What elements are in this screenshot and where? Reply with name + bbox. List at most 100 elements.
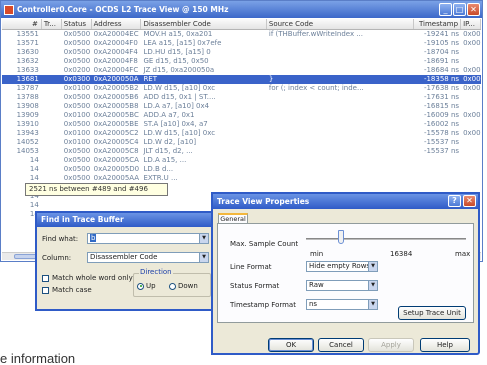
table-cell (267, 66, 414, 75)
table-cell (461, 183, 481, 192)
table-cell: ADD.A a7, 0x1 (143, 111, 195, 119)
table-row[interactable]: 13632 0x0500 0xA20004F8 GE d15, d15, 0x50 -1… (2, 57, 481, 66)
table-cell: 0x0100 (63, 84, 91, 92)
table-row[interactable]: 13909 0x0100 0xA20005BC ADD.A a7, 0x1 -16009… (2, 111, 481, 120)
direction-down[interactable]: Down (169, 282, 198, 290)
table-row[interactable]: 13787 0x0100 0xA20005B2 LD.W d15, [a10] 0xc… (2, 84, 481, 93)
ok-button[interactable]: OK (268, 338, 314, 352)
table-cell: MOV.H a15, 0xa201 (143, 30, 213, 38)
match-case-checkbox[interactable] (42, 287, 49, 294)
table-row[interactable]: 13633 0x0200 0xA20004FC JZ d15, 0xa200050a -… (2, 66, 481, 75)
column-select[interactable]: Disassembler Code ▼ (87, 252, 209, 263)
table-cell: 14053 (16, 147, 39, 155)
direction-up-radio[interactable] (137, 282, 144, 290)
column-header[interactable]: Timestamp (414, 19, 462, 29)
table-row[interactable]: 13943 0x0100 0xA20005C2 LD.W d15, [a10] 0xc… (2, 129, 481, 138)
close-icon[interactable]: ✕ (463, 195, 476, 207)
help-button[interactable]: Help (420, 338, 470, 352)
app-icon (4, 4, 14, 15)
table-cell: ST.A [a10] 0x4, a7 (143, 120, 208, 128)
setup-trace-unit-button[interactable]: Setup Trace Unit (398, 306, 466, 320)
table-row[interactable]: 13910 0x0500 0xA20005BE ST.A [a10] 0x4, a7 -… (2, 120, 481, 129)
table-cell: LD.A a7, [a10] 0x4 (143, 102, 210, 110)
column-header[interactable]: # (2, 19, 42, 29)
help-icon[interactable]: ? (448, 195, 461, 207)
general-tab-panel: Max. Sample Count min 16384 max Line For… (217, 223, 474, 323)
table-cell: -15537 ns (423, 147, 460, 155)
match-whole-word-checkbox[interactable] (42, 275, 49, 282)
table-cell: -15578 ns (423, 129, 460, 137)
table-cell: 0x00 (463, 111, 481, 119)
table-cell (267, 111, 414, 120)
match-case-label: Match case (52, 286, 92, 294)
find-what-input[interactable]: b ▼ (87, 233, 209, 244)
table-row[interactable]: 14052 0x0100 0xA20005C4 LD.W d2, [a10] -1553… (2, 138, 481, 147)
direction-label: Direction (139, 268, 173, 276)
cancel-button[interactable]: Cancel (318, 338, 364, 352)
table-cell: -17631 ns (423, 93, 460, 101)
table-cell: -16815 ns (423, 102, 460, 110)
table-cell: LD.W d15, [a10] 0xc (143, 129, 216, 137)
chevron-down-icon[interactable]: ▼ (199, 253, 208, 262)
status-format-value: Raw (309, 281, 324, 289)
table-row[interactable]: 13788 0x0500 0xA20005B6 ADD d15, 0x1 | ST..… (2, 93, 481, 102)
column-header[interactable]: Disassembler Code (141, 19, 267, 29)
table-cell (267, 156, 414, 165)
table-cell: 0xA20005B6 (93, 93, 139, 101)
table-cell (267, 129, 414, 138)
status-format-select[interactable]: Raw ▼ (306, 280, 378, 291)
maximize-icon[interactable]: □ (453, 3, 466, 16)
table-row[interactable]: 13630 0x0500 0xA20004F4 LD.HU d15, [a15] 0 -… (2, 48, 481, 57)
table-cell (42, 93, 62, 102)
properties-dialog-title[interactable]: Trace View Properties (213, 194, 478, 209)
chevron-down-icon[interactable]: ▼ (368, 281, 377, 290)
table-cell: 0xA20005BE (93, 120, 139, 128)
column-header[interactable]: Source Code (267, 19, 415, 29)
table-row[interactable]: 14053 0x0500 0xA20005C8 JLT d15, d2, ... -15… (2, 147, 481, 156)
table-cell: 0x00 (463, 84, 481, 92)
close-icon[interactable]: ✕ (467, 3, 480, 16)
sample-count-slider-track[interactable] (306, 238, 466, 240)
chevron-down-icon[interactable]: ▼ (199, 234, 208, 243)
table-row[interactable]: 14 0x0500 0xA20005D0 LD.B d... (2, 165, 481, 174)
table-row[interactable]: 13681 0x0300 0xA200050A RET} -18358 ns 0x00 (2, 75, 481, 84)
table-cell (461, 165, 481, 174)
column-header[interactable]: IP... (461, 19, 481, 29)
table-cell: 13681 (16, 75, 39, 83)
sample-count-slider-thumb[interactable] (338, 230, 345, 244)
table-row[interactable]: 13908 0x0500 0xA20005B8 LD.A a7, [a10] 0x4 -… (2, 102, 481, 111)
line-format-select[interactable]: Hide empty Rows ▼ (306, 261, 378, 272)
column-label: Column: (42, 254, 72, 262)
column-header[interactable]: Address (92, 19, 142, 29)
table-row[interactable]: 13571 0x0500 0xA20004F0 LEA a15, [a15] 0x7e… (2, 39, 481, 48)
max-sample-label: Max. Sample Count (230, 240, 299, 248)
table-cell: 0x0500 (63, 147, 91, 155)
table-cell: LD.W d2, [a10] (143, 138, 197, 146)
table-cell: -18691 ns (423, 57, 460, 65)
table-row[interactable]: 13551 0x0500 0xA20004EC MOV.H a15, 0xa201 if… (2, 30, 481, 39)
table-cell: 0xA20005CA (93, 156, 139, 164)
table-row[interactable]: 14 0x0500 0xA20005CA LD.A a15, ... (2, 156, 481, 165)
window-title-bar[interactable]: Controller0.Core - OCDS L2 Trace View @ … (1, 1, 482, 18)
direction-up[interactable]: Up (137, 282, 156, 290)
table-row[interactable]: 14 0x0500 0xA20005AA EXTR.U ... (2, 174, 481, 183)
window-controls: _ □ ✕ (439, 3, 480, 16)
slider-min-label: min (310, 250, 324, 258)
table-cell (461, 57, 481, 66)
column-header[interactable]: Status (62, 19, 92, 29)
column-header[interactable]: Tr... (42, 19, 62, 29)
table-cell (42, 39, 62, 48)
table-cell (461, 120, 481, 129)
table-cell: 13943 (16, 129, 39, 137)
chevron-down-icon[interactable]: ▼ (368, 262, 377, 271)
direction-down-radio[interactable] (169, 282, 176, 290)
table-cell (267, 48, 414, 57)
grid-header: # Tr... Status Address Disassembler Code Sour… (2, 19, 481, 30)
timestamp-format-select[interactable]: ns ▼ (306, 299, 378, 310)
table-cell: 0xA20004F0 (93, 39, 138, 47)
table-cell: -18358 ns (423, 75, 460, 83)
minimize-icon[interactable]: _ (439, 3, 452, 16)
find-dialog-title[interactable]: Find in Trace Buffer (37, 213, 212, 227)
chevron-down-icon[interactable]: ▼ (368, 300, 377, 309)
properties-dialog: Trace View Properties ? ✕ General Max. S… (211, 192, 480, 355)
